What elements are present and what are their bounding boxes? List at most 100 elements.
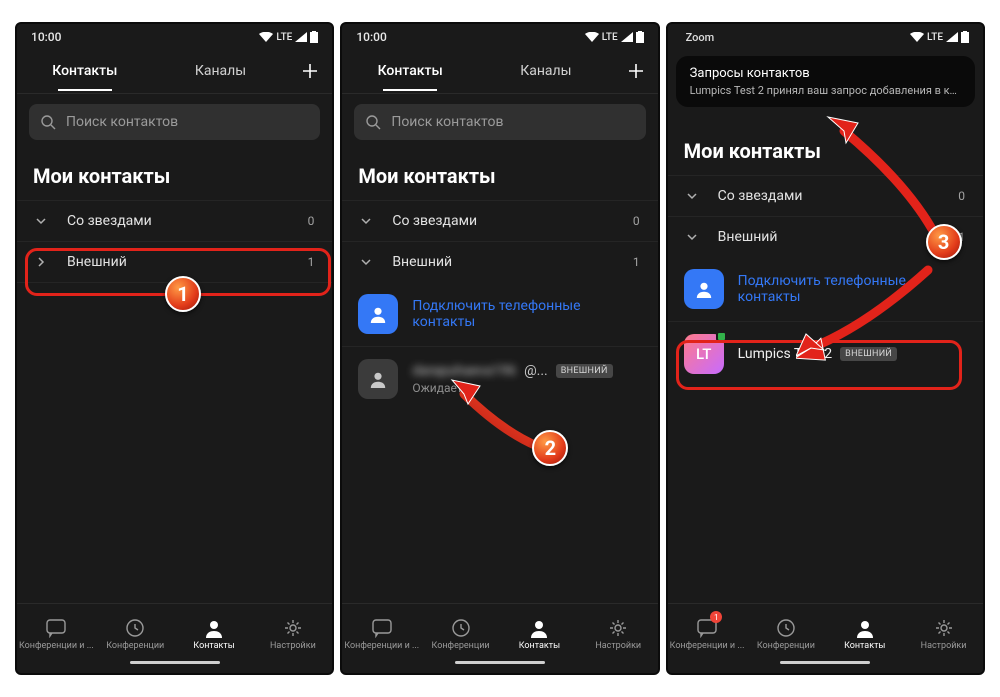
connect-phone-contacts[interactable]: Подключить телефонные контакты xyxy=(342,282,657,347)
contact-at: @... xyxy=(524,363,548,379)
external-badge: ВНЕШНИЙ xyxy=(840,347,897,361)
search-input[interactable]: Поиск контактов xyxy=(354,104,645,140)
chat-icon xyxy=(45,618,67,638)
group-external[interactable]: Внешний 1 xyxy=(17,241,332,283)
section-title: Мои контакты xyxy=(17,146,332,200)
chevron-down-icon xyxy=(35,215,53,227)
nav-contacts[interactable]: Контакты xyxy=(500,608,579,661)
battery-icon xyxy=(636,31,644,43)
status-bar: 10:00 LTE xyxy=(17,24,332,48)
person-icon xyxy=(369,305,387,323)
status-icons: LTE xyxy=(585,31,644,43)
section-title: Мои контакты xyxy=(668,111,983,175)
home-indicator xyxy=(668,661,983,673)
tab-channels[interactable]: Каналы xyxy=(153,51,289,91)
group-external[interactable]: Внешний 1 xyxy=(668,216,983,257)
presence-indicator xyxy=(716,331,727,342)
group-external-label: Внешний xyxy=(67,254,127,270)
contact-status: Ожидает... xyxy=(412,381,641,395)
notification-body: Lumpics Test 2 принял ваш запрос добавле… xyxy=(690,84,961,97)
nav-meetings[interactable]: Конференции xyxy=(746,608,825,661)
group-starred-count: 0 xyxy=(958,189,965,203)
battery-icon xyxy=(310,31,318,43)
chevron-down-icon xyxy=(360,215,378,227)
connect-label: Подключить телефонные контакты xyxy=(738,273,967,305)
chat-icon xyxy=(371,618,393,638)
nav-badge: 1 xyxy=(710,611,722,623)
group-starred-label: Со звездами xyxy=(67,213,152,229)
status-time: 10:00 xyxy=(356,30,386,44)
connect-phone-contacts[interactable]: Подключить телефонные контакты xyxy=(668,257,983,322)
nav-settings[interactable]: Настройки xyxy=(579,608,658,661)
group-external[interactable]: Внешний 1 xyxy=(342,241,657,282)
lte-label: LTE xyxy=(276,32,292,43)
nav-meetings-chat[interactable]: Конференции и ... xyxy=(342,608,421,661)
add-button[interactable] xyxy=(614,61,658,81)
search-icon xyxy=(366,115,381,130)
tab-contacts[interactable]: Контакты xyxy=(342,51,478,91)
bottom-nav: Конференции и ... Конференции Контакты Н… xyxy=(342,603,657,661)
nav-meetings-chat[interactable]: 1 Конференции и ... xyxy=(668,608,747,661)
tab-channels[interactable]: Каналы xyxy=(478,51,614,91)
plus-icon xyxy=(626,61,646,81)
tabs-row: Контакты Каналы xyxy=(342,48,657,94)
status-bar: Zoom LTE xyxy=(668,24,983,48)
group-external-count: 1 xyxy=(958,230,965,244)
group-starred-label: Со звездами xyxy=(718,188,803,204)
search-placeholder: Поиск контактов xyxy=(66,114,178,130)
clock-icon xyxy=(451,618,471,638)
group-starred[interactable]: Со звездами 0 xyxy=(668,175,983,216)
nav-contacts[interactable]: Контакты xyxy=(175,608,254,661)
group-starred[interactable]: Со звездами 0 xyxy=(342,200,657,241)
nav-settings[interactable]: Настройки xyxy=(904,608,983,661)
avatar xyxy=(358,359,398,399)
contact-main: darapuhaeva196 @... ВНЕШНИЙ Ожидает... xyxy=(412,363,641,395)
phone-screen-1: 10:00 LTE Контакты Каналы Поиск контакто… xyxy=(15,22,334,675)
search-icon xyxy=(41,115,56,130)
chevron-right-icon xyxy=(35,256,53,268)
accepted-contact-row[interactable]: LT Lumpics Test 2 ВНЕШНИЙ xyxy=(668,322,983,386)
group-external-count: 1 xyxy=(308,255,315,269)
notification-toast[interactable]: Запросы контактов Lumpics Test 2 принял … xyxy=(676,56,975,107)
group-starred-label: Со звездами xyxy=(392,213,477,229)
search-placeholder: Поиск контактов xyxy=(391,114,503,130)
person-icon xyxy=(369,370,387,388)
contacts-avatar-icon xyxy=(684,269,724,309)
tabs-row: Контакты Каналы xyxy=(17,48,332,94)
nav-meetings[interactable]: Конференции xyxy=(96,608,175,661)
signal-icon xyxy=(295,32,307,42)
pending-contact-row[interactable]: darapuhaeva196 @... ВНЕШНИЙ Ожидает... xyxy=(342,347,657,411)
contact-name-line: darapuhaeva196 @... ВНЕШНИЙ xyxy=(412,363,641,379)
group-starred[interactable]: Со звездами 0 xyxy=(17,200,332,241)
contact-name: Lumpics Test 2 xyxy=(738,346,833,362)
section-title: Мои контакты xyxy=(342,146,657,200)
tab-contacts[interactable]: Контакты xyxy=(17,51,153,91)
add-button[interactable] xyxy=(288,61,332,81)
avatar-initials: LT xyxy=(696,345,711,363)
nav-contacts[interactable]: Контакты xyxy=(825,608,904,661)
chevron-down-icon xyxy=(686,231,704,243)
group-external-count: 1 xyxy=(633,255,640,269)
phone-screen-3: Zoom LTE Запросы контактов Lumpics Test … xyxy=(666,22,985,675)
home-indicator xyxy=(17,661,332,673)
nav-meetings-chat[interactable]: Конференции и ... xyxy=(17,608,96,661)
notification-title: Запросы контактов xyxy=(690,66,961,81)
signal-icon xyxy=(946,32,958,42)
wifi-icon xyxy=(259,32,273,42)
nav-settings[interactable]: Настройки xyxy=(253,608,332,661)
gear-icon xyxy=(283,618,303,638)
contact-name-masked: darapuhaeva196 xyxy=(412,363,516,379)
gear-icon xyxy=(608,618,628,638)
bottom-nav: 1 Конференции и ... Конференции Контакты… xyxy=(668,603,983,661)
app-label: Zoom xyxy=(682,31,715,44)
search-input[interactable]: Поиск контактов xyxy=(29,104,320,140)
nav-meetings[interactable]: Конференции xyxy=(421,608,500,661)
phone-screen-2: 10:00 LTE Контакты Каналы Поиск контакто… xyxy=(340,22,659,675)
lte-label: LTE xyxy=(927,32,943,43)
battery-icon xyxy=(961,31,969,43)
signal-icon xyxy=(621,32,633,42)
connect-label: Подключить телефонные контакты xyxy=(412,298,641,330)
status-bar: 10:00 LTE xyxy=(342,24,657,48)
group-starred-count: 0 xyxy=(633,214,640,228)
person-icon xyxy=(695,280,713,298)
